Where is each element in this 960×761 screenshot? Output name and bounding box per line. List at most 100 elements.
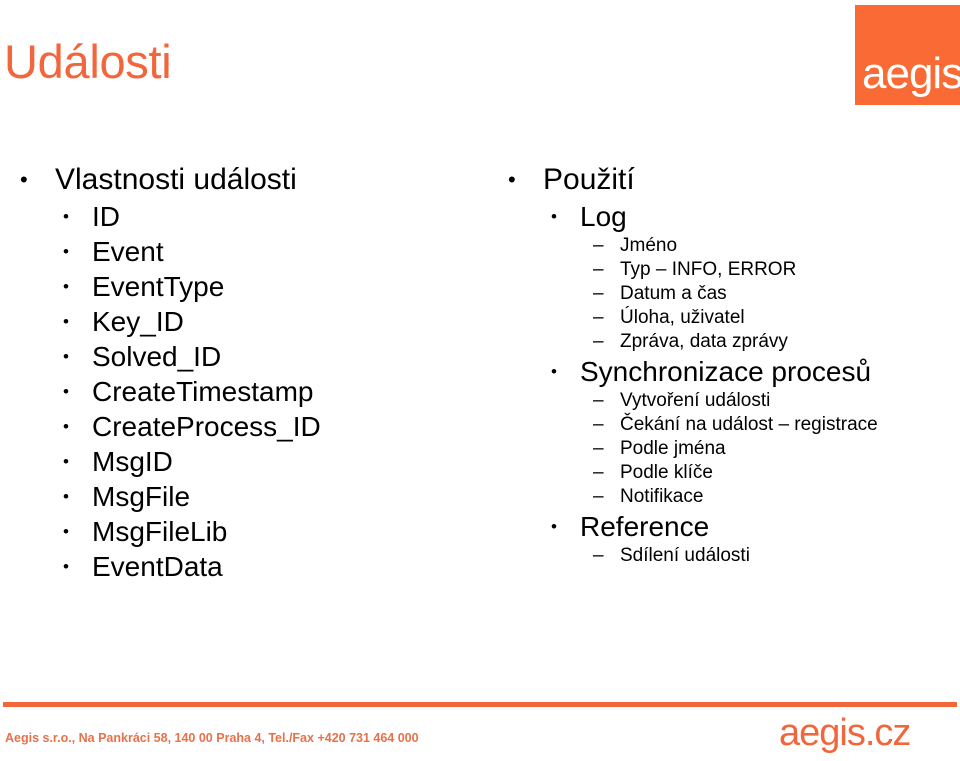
group-detail-list: – Jméno – Typ – INFO, ERROR – Datum a čas – Úlo… <box>494 234 960 354</box>
list-item: • EventData <box>6 549 476 584</box>
list-item-label: Čekání na událost – registrace <box>620 414 878 435</box>
bullet-level1-icon: • <box>508 167 516 192</box>
list-item: – Úloha, uživatel <box>494 306 960 330</box>
left-property-list: • ID • Event • EventType • Key_ID • Solved_ID • Cre… <box>6 199 476 584</box>
group-item-label: Synchronizace procesů <box>580 356 872 387</box>
bullet-level3-icon: – <box>593 462 604 483</box>
bullet-level3-icon: – <box>593 545 604 566</box>
list-item-label: Event <box>92 236 164 267</box>
bullet-level3-icon: – <box>593 486 604 507</box>
bullet-level2-icon: • <box>63 277 69 296</box>
list-item-label: Zpráva, data zprávy <box>620 331 788 352</box>
list-item: • Solved_ID <box>6 339 476 374</box>
right-group-list: • Log – Jméno – Typ – INFO, ERROR – Datum a čas… <box>494 199 960 568</box>
list-item-label: MsgID <box>92 446 173 477</box>
right-heading-item: • Použití <box>494 160 960 199</box>
bullet-level2-icon: • <box>63 312 69 331</box>
list-item: • Event <box>6 234 476 269</box>
right-content-column: • Použití • Log – Jméno – Typ – INFO, ERROR – D… <box>494 160 960 568</box>
right-sublist-container: • Log – Jméno – Typ – INFO, ERROR – Datum a čas… <box>494 199 960 568</box>
bullet-level3-icon: – <box>593 235 604 256</box>
list-item-label: Jméno <box>620 235 678 256</box>
list-item-label: CreateTimestamp <box>92 376 314 407</box>
list-item-label: CreateProcess_ID <box>92 411 321 442</box>
bullet-level2-icon: • <box>63 242 69 261</box>
list-item-label: EventType <box>92 271 225 302</box>
bullet-level2-icon: • <box>63 382 69 401</box>
group-sublist-container: – Jméno – Typ – INFO, ERROR – Datum a čas – Úlo… <box>494 234 960 354</box>
list-item: – Jméno <box>494 234 960 258</box>
bullet-level2-icon: • <box>63 557 69 576</box>
list-item-label: Solved_ID <box>92 341 222 372</box>
list-item: • Key_ID <box>6 304 476 339</box>
bullet-level2-icon: • <box>63 522 69 541</box>
bullet-level3-icon: – <box>593 259 604 280</box>
list-item-label: ID <box>92 201 120 232</box>
list-item: • CreateProcess_ID <box>6 409 476 444</box>
footer-brand-text: aegis.cz <box>779 712 911 754</box>
bullet-level3-icon: – <box>593 331 604 352</box>
bullet-level2-icon: • <box>63 347 69 366</box>
list-item-label: Podle jména <box>620 438 726 459</box>
list-item: • MsgFile <box>6 479 476 514</box>
bullet-level2-icon: • <box>551 207 557 226</box>
list-item: • EventType <box>6 269 476 304</box>
list-item-label: MsgFileLib <box>92 516 228 547</box>
list-item: – Podle jména <box>494 437 960 461</box>
list-item: • ID <box>6 199 476 234</box>
left-heading-item: • Vlastnosti události <box>6 160 476 199</box>
group-sublist-container: – Sdílení události <box>494 544 960 568</box>
list-item: – Datum a čas <box>494 282 960 306</box>
slide-content: • Vlastnosti události • ID • Event • EventTyp… <box>0 160 960 680</box>
list-item: – Vytvoření události <box>494 389 960 413</box>
group-sublist-container: – Vytvoření události – Čekání na událost – … <box>494 389 960 509</box>
list-item: – Notifikace <box>494 485 960 509</box>
group-detail-list: – Sdílení události <box>494 544 960 568</box>
bullet-level2-icon: • <box>551 362 557 381</box>
bullet-level2-icon: • <box>63 452 69 471</box>
logo-wordmark: aegis <box>862 49 960 98</box>
bullet-level2-icon: • <box>63 207 69 226</box>
group-detail-list: – Vytvoření události – Čekání na událost – … <box>494 389 960 509</box>
list-item-label: Notifikace <box>620 486 704 507</box>
group-item: • Reference <box>494 509 960 544</box>
left-sublist-container: • ID • Event • EventType • Key_ID • Solved_ID • Cre… <box>6 199 476 584</box>
footer-divider <box>3 702 957 707</box>
list-item-label: MsgFile <box>92 481 191 512</box>
list-item-label: Úloha, uživatel <box>620 307 745 328</box>
bullet-level3-icon: – <box>593 390 604 411</box>
bullet-level3-icon: – <box>593 438 604 459</box>
page-title: Události <box>4 35 172 88</box>
list-item-label: Datum a čas <box>620 283 727 304</box>
right-outline: • Použití • Log – Jméno – Typ – INFO, ERROR – D… <box>494 160 960 568</box>
footer-contact-text: Aegis s.r.o., Na Pankráci 58, 140 00 Pra… <box>5 731 419 745</box>
group-item: • Log <box>494 199 960 234</box>
bullet-level2-icon: • <box>63 417 69 436</box>
list-item-label: Podle klíče <box>620 462 713 483</box>
group-item-label: Log <box>580 201 627 232</box>
bullet-level2-icon: • <box>551 517 557 536</box>
group-item: • Synchronizace procesů <box>494 354 960 389</box>
list-item-label: Key_ID <box>92 306 184 337</box>
bullet-level3-icon: – <box>593 307 604 328</box>
list-item-label: EventData <box>92 551 223 582</box>
left-outline: • Vlastnosti události • ID • Event • EventTyp… <box>6 160 476 584</box>
list-item-label: Sdílení události <box>620 545 750 566</box>
list-item: – Zpráva, data zprávy <box>494 330 960 354</box>
list-item: – Podle klíče <box>494 461 960 485</box>
left-heading-label: Vlastnosti události <box>55 163 297 196</box>
list-item: – Sdílení události <box>494 544 960 568</box>
list-item: • CreateTimestamp <box>6 374 476 409</box>
right-heading-label: Použití <box>543 163 635 196</box>
list-item: • MsgID <box>6 444 476 479</box>
list-item: • MsgFileLib <box>6 514 476 549</box>
bullet-level1-icon: • <box>20 167 28 192</box>
list-item: – Typ – INFO, ERROR <box>494 258 960 282</box>
list-item: – Čekání na událost – registrace <box>494 413 960 437</box>
list-item-label: Typ – INFO, ERROR <box>620 259 797 280</box>
bullet-level3-icon: – <box>593 283 604 304</box>
aegis-logo: aegis <box>855 5 960 105</box>
bullet-level2-icon: • <box>63 487 69 506</box>
group-item-label: Reference <box>580 511 710 542</box>
bullet-level3-icon: – <box>593 414 604 435</box>
